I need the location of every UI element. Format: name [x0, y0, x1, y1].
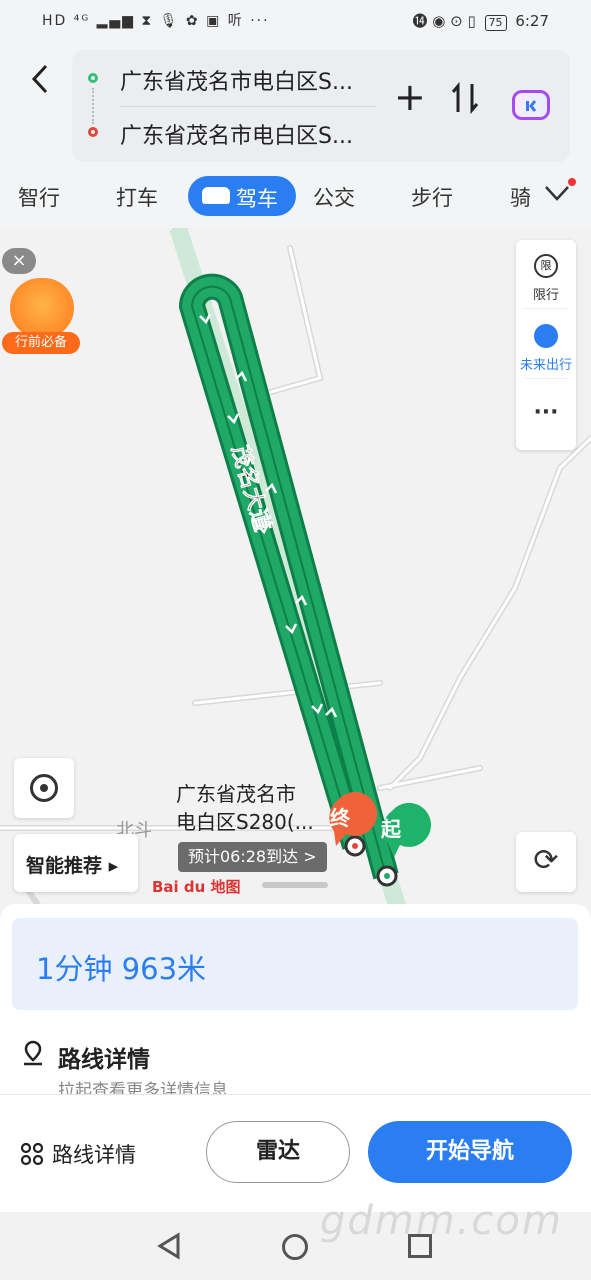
- destination-input[interactable]: 广东省茂名市电白区S...: [120, 118, 353, 150]
- travel-mode-tabs: 智行 打车 驾车 公交 步行 骑: [0, 174, 591, 228]
- nav-home-icon[interactable]: [282, 1234, 308, 1260]
- lucky-bag-icon[interactable]: [10, 278, 74, 338]
- route-pin-icon: [22, 1040, 44, 1066]
- battery-icon: 75: [484, 15, 507, 31]
- radar-button[interactable]: 雷达: [206, 1121, 350, 1183]
- locate-icon: [30, 774, 58, 802]
- route-input-box: 广东省茂名市电白区S... 广东省茂名市电白区S... +: [72, 50, 570, 162]
- watermark: gdmm.com: [320, 1198, 563, 1244]
- baidu-map-logo: Bai du 地图: [152, 878, 241, 896]
- tab-bike[interactable]: 骑: [510, 182, 530, 212]
- close-ad-icon[interactable]: ×: [2, 248, 36, 274]
- action-bar: 路线详情 雷达 开始导航: [0, 1094, 591, 1213]
- start-navigation-button[interactable]: 开始导航: [368, 1121, 572, 1183]
- destination-dot-icon: [88, 127, 98, 137]
- status-left-icons: HD ⁴ᴳ ▂▄▆ ⧗ 🎙 ✿ ▣ 听 ···: [42, 13, 270, 29]
- traffic-limit-icon[interactable]: 限: [534, 254, 558, 278]
- ai-assistant-icon[interactable]: [512, 90, 550, 120]
- map-side-panel: 限 限行 未来出行 ···: [516, 240, 576, 450]
- divider: [524, 308, 568, 309]
- system-nav-bar: gdmm.com: [0, 1198, 591, 1280]
- status-right-icons: ⓮ ◉ ⊙ ▯: [412, 12, 476, 30]
- map-view[interactable]: 终 起 茂名大道 × 行前必备 限 限行 未来出行 ··· 北斗 智能推荐 ▸ …: [0, 228, 591, 908]
- divider: [120, 106, 376, 107]
- status-right: ⓮ ◉ ⊙ ▯ 75 6:27: [413, 10, 549, 31]
- status-bar: HD ⁴ᴳ ▂▄▆ ⧗ 🎙 ✿ ▣ 听 ··· ⓮ ◉ ⊙ ▯ 75 6:27: [0, 0, 591, 40]
- route-detail-title[interactable]: 路线详情: [58, 1040, 150, 1074]
- nav-back-icon[interactable]: [156, 1232, 182, 1264]
- start-marker-label: 起: [380, 817, 402, 841]
- route-detail-button-label: 路线详情: [52, 1143, 136, 1167]
- car-icon: [202, 187, 230, 204]
- destination-label-line1: 广东省茂名市: [176, 782, 296, 806]
- tab-taxi[interactable]: 打车: [116, 182, 158, 212]
- smart-recommend-label: 智能推荐 ▸: [26, 855, 119, 877]
- tab-drive-label: 驾车: [236, 187, 278, 211]
- grid-icon: [20, 1142, 44, 1166]
- clock-icon[interactable]: [534, 324, 558, 348]
- tab-smart[interactable]: 智行: [18, 182, 60, 212]
- notification-dot: [568, 178, 576, 186]
- status-time: 6:27: [515, 12, 549, 30]
- more-options-icon[interactable]: ···: [516, 400, 576, 425]
- origin-input[interactable]: 广东省茂名市电白区S...: [120, 64, 353, 96]
- future-travel-label[interactable]: 未来出行: [516, 354, 576, 373]
- add-waypoint-button[interactable]: +: [394, 78, 426, 116]
- refresh-route-icon[interactable]: ⟳: [516, 832, 576, 892]
- locate-button[interactable]: [14, 758, 74, 818]
- tab-walk[interactable]: 步行: [411, 182, 453, 212]
- route-bottom-sheet: 1分钟 963米 路线详情 拉起查看更多详情信息: [0, 904, 591, 1104]
- tab-bus[interactable]: 公交: [313, 182, 355, 212]
- destination-label-line2: 电白区S280(...: [176, 810, 314, 834]
- sheet-drag-handle[interactable]: [262, 882, 328, 888]
- ad-label[interactable]: 行前必备: [2, 332, 80, 354]
- tabs-expand-icon[interactable]: [544, 180, 570, 210]
- route-connector: [92, 88, 96, 124]
- smart-recommend-button[interactable]: 智能推荐 ▸: [14, 834, 138, 892]
- swap-route-button[interactable]: [450, 80, 480, 123]
- nav-recent-icon[interactable]: [408, 1234, 432, 1258]
- route-detail-button[interactable]: 路线详情: [20, 1139, 136, 1169]
- end-marker-label: 终: [330, 806, 351, 830]
- traffic-limit-label[interactable]: 限行: [516, 284, 576, 303]
- route-summary-card[interactable]: 1分钟 963米: [12, 918, 578, 1010]
- divider: [524, 378, 568, 379]
- eta-chip[interactable]: 预计06:28到达 >: [178, 842, 327, 872]
- route-summary-text: 1分钟 963米: [36, 952, 207, 986]
- destination-label: 广东省茂名市 电白区S280(...: [176, 780, 314, 836]
- origin-dot-icon: [88, 73, 98, 83]
- tab-drive[interactable]: 驾车: [188, 176, 296, 216]
- back-icon[interactable]: [28, 62, 52, 96]
